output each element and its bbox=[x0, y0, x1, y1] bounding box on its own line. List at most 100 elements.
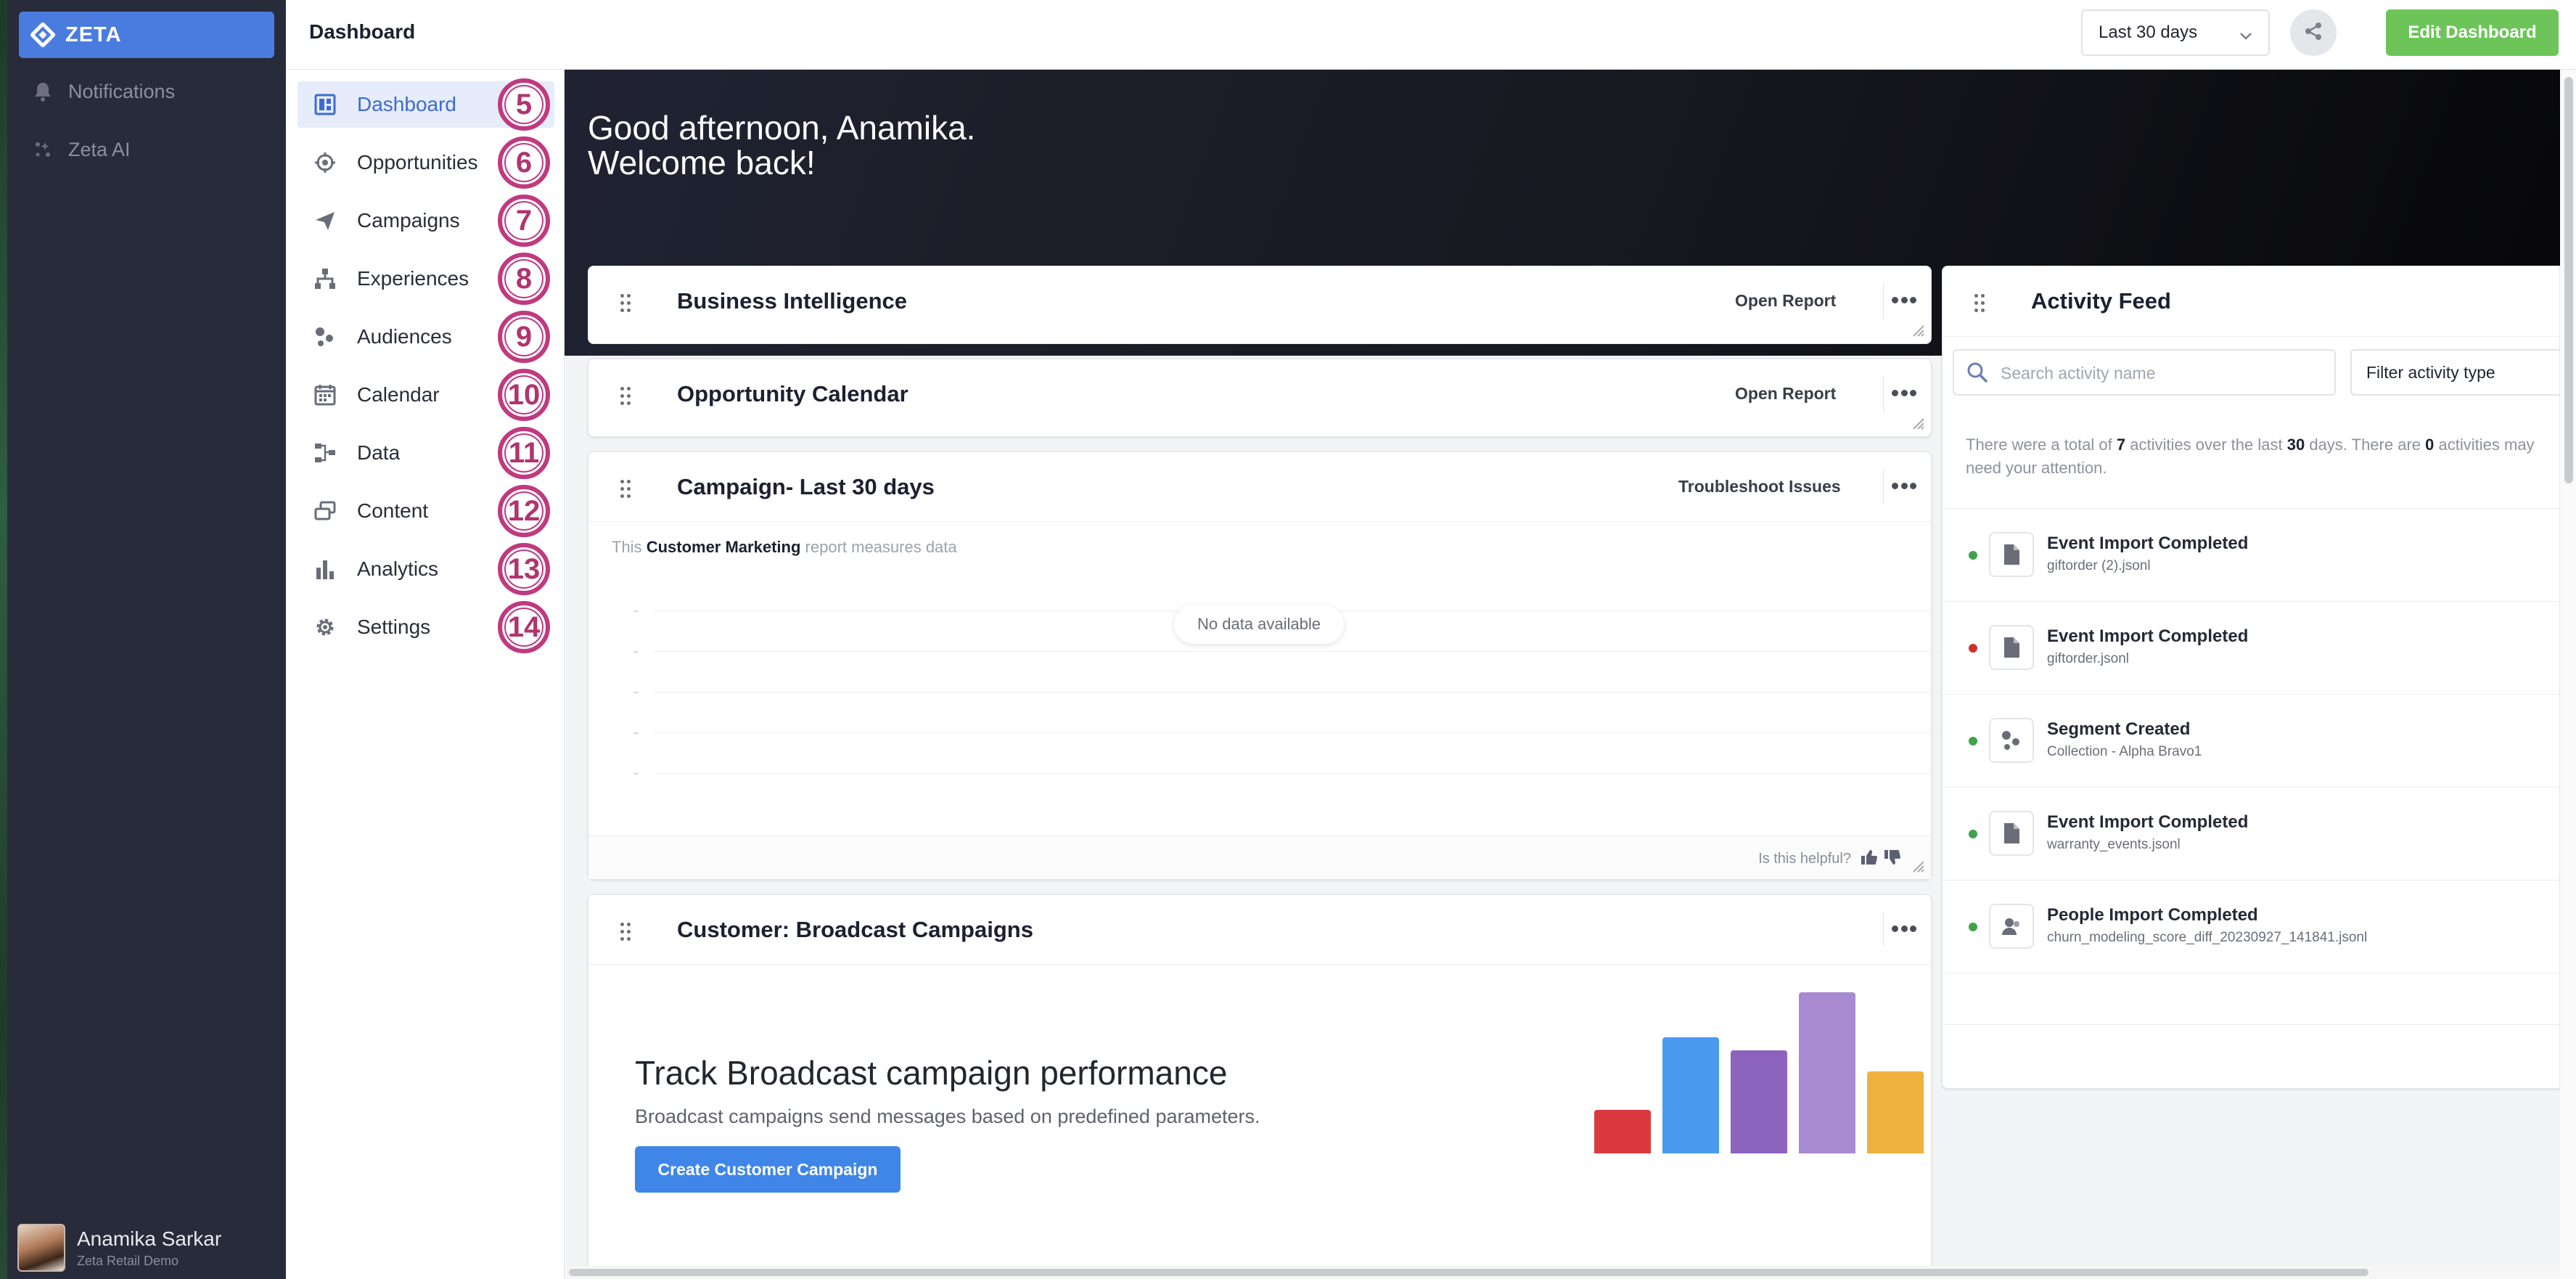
scrollbar-thumb[interactable] bbox=[2564, 77, 2573, 483]
edit-dashboard-button[interactable]: Edit Dashboard bbox=[2386, 9, 2559, 56]
page-title: Dashboard bbox=[309, 20, 416, 43]
activity-subtitle: warranty_events.jsonl bbox=[2047, 837, 2181, 852]
open-report-link[interactable]: Open Report bbox=[1735, 291, 1836, 311]
status-dot bbox=[1969, 737, 1977, 745]
more-options-icon[interactable] bbox=[1892, 483, 1916, 490]
resize-handle-icon[interactable] bbox=[1912, 324, 1925, 338]
nav-label: Analytics bbox=[357, 557, 439, 580]
bell-icon bbox=[32, 81, 54, 102]
more-options-icon[interactable] bbox=[1892, 297, 1916, 304]
search-placeholder: Search activity name bbox=[2001, 364, 2156, 383]
activity-summary: There were a total of 7 activities over … bbox=[1966, 433, 2554, 480]
activity-type-filter[interactable]: Filter activity type bbox=[2350, 349, 2559, 396]
brand-logo[interactable]: ZETA bbox=[19, 12, 274, 58]
broadcast-campaigns-card: Customer: Broadcast Campaigns Track Broa… bbox=[588, 894, 1932, 1279]
opportunity-calendar-card: Opportunity Calendar Open Report bbox=[588, 359, 1932, 437]
activity-item[interactable]: Event Import Completed giftorder.jsonl bbox=[1943, 601, 2559, 694]
activity-title: Event Import Completed bbox=[2047, 812, 2249, 832]
data-flow-icon bbox=[312, 440, 338, 466]
target-icon bbox=[312, 150, 338, 176]
date-range-select[interactable]: Last 30 days bbox=[2081, 9, 2270, 56]
greeting-text: Good afternoon, Anamika. Welcome back! bbox=[588, 110, 975, 180]
brand-name: ZETA bbox=[65, 23, 122, 46]
promo-description: Broadcast campaigns send messages based … bbox=[635, 1106, 1260, 1127]
more-options-icon[interactable] bbox=[1892, 390, 1916, 397]
rail-item-zeta-ai[interactable]: Zeta AI bbox=[32, 132, 131, 167]
resize-handle-icon[interactable] bbox=[1912, 417, 1925, 430]
more-options-icon[interactable] bbox=[1892, 925, 1916, 933]
drag-handle-icon[interactable] bbox=[620, 294, 631, 313]
vertical-scrollbar[interactable] bbox=[2560, 70, 2576, 1279]
illustration-bar bbox=[1867, 1071, 1924, 1153]
paper-plane-icon bbox=[312, 208, 338, 234]
divider bbox=[1883, 377, 1884, 412]
scrollbar-thumb[interactable] bbox=[569, 1269, 2368, 1276]
horizontal-scrollbar[interactable] bbox=[566, 1266, 2560, 1279]
sitemap-icon bbox=[312, 266, 338, 292]
drag-handle-icon[interactable] bbox=[620, 387, 631, 406]
activity-title: Segment Created bbox=[2047, 719, 2191, 739]
nav-item-opportunities[interactable]: Opportunities 6 bbox=[298, 136, 554, 189]
file-icon bbox=[1989, 811, 2034, 856]
activity-subtitle: churn_modeling_score_diff_20230927_14184… bbox=[2047, 930, 2368, 945]
drag-handle-icon[interactable] bbox=[1974, 294, 1985, 313]
nav-item-dashboard[interactable]: Dashboard 5 bbox=[298, 78, 554, 131]
activity-title: People Import Completed bbox=[2047, 905, 2258, 925]
illustration-bar bbox=[1662, 1037, 1719, 1153]
nav-item-campaigns[interactable]: Campaigns 7 bbox=[298, 195, 554, 247]
resize-handle-icon[interactable] bbox=[1912, 860, 1925, 873]
nav-item-audiences[interactable]: Audiences 9 bbox=[298, 311, 554, 363]
sparkle-icon bbox=[32, 139, 54, 160]
bar-chart-icon bbox=[312, 556, 338, 582]
troubleshoot-issues-link[interactable]: Troubleshoot Issues bbox=[1678, 477, 1841, 497]
date-range-value: Last 30 days bbox=[2099, 23, 2198, 42]
chart-gridline bbox=[654, 773, 1956, 774]
activity-item[interactable]: People Import Completed churn_modeling_s… bbox=[1943, 880, 2559, 973]
illustration-bar bbox=[1799, 992, 1855, 1153]
user-profile[interactable]: Anamika Sarkar Zeta Retail Demo bbox=[17, 1224, 221, 1272]
drag-handle-icon[interactable] bbox=[620, 480, 631, 499]
status-dot bbox=[1969, 923, 1977, 931]
share-button[interactable] bbox=[2290, 9, 2337, 56]
left-rail: ZETA Notifications Zeta AI Anamika Sarka… bbox=[7, 0, 286, 1279]
step-badge: 12 bbox=[498, 485, 550, 537]
nav-label: Data bbox=[357, 441, 401, 464]
thumbs-down-icon[interactable] bbox=[1883, 848, 1902, 867]
activity-item[interactable]: Event Import Completed warranty_events.j… bbox=[1943, 787, 2559, 880]
activity-total: 7 bbox=[2116, 436, 2126, 454]
report-description: This Customer Marketing report measures … bbox=[612, 538, 957, 557]
status-dot bbox=[1969, 551, 1977, 560]
summary-text: activities over the last bbox=[2130, 436, 2283, 454]
drag-handle-icon[interactable] bbox=[620, 923, 631, 941]
nav-label: Dashboard bbox=[357, 93, 456, 115]
user-org: Zeta Retail Demo bbox=[77, 1253, 179, 1268]
rail-item-notifications[interactable]: Notifications bbox=[32, 74, 175, 109]
nav-label: Content bbox=[357, 499, 429, 522]
chart-gridline bbox=[654, 732, 1956, 733]
chart-tick bbox=[633, 692, 638, 693]
thumbs-up-icon[interactable] bbox=[1860, 848, 1879, 867]
rail-item-label: Zeta AI bbox=[68, 138, 131, 160]
desc-prefix: This bbox=[612, 538, 642, 556]
card-footer: Is this helpful? bbox=[588, 835, 1931, 879]
nav-item-data[interactable]: Data 11 bbox=[298, 427, 554, 479]
activity-title: Event Import Completed bbox=[2047, 534, 2249, 553]
activity-search-input[interactable]: Search activity name bbox=[1953, 349, 2336, 396]
audience-icon bbox=[312, 324, 338, 350]
nav-item-analytics[interactable]: Analytics 13 bbox=[298, 543, 554, 595]
chart-tick bbox=[633, 732, 638, 734]
nav-item-settings[interactable]: Settings 14 bbox=[298, 601, 554, 653]
create-customer-campaign-button[interactable]: Create Customer Campaign bbox=[635, 1146, 901, 1193]
nav-item-content[interactable]: Content 12 bbox=[298, 485, 554, 537]
welcome-line: Welcome back! bbox=[588, 144, 816, 181]
divider bbox=[1943, 1024, 2559, 1025]
nav-item-calendar[interactable]: Calendar 10 bbox=[298, 369, 554, 421]
desc-suffix: report measures data bbox=[805, 538, 957, 556]
chart-tick bbox=[633, 773, 638, 775]
nav-item-experiences[interactable]: Experiences 8 bbox=[298, 253, 554, 305]
activity-item[interactable]: Event Import Completed giftorder (2).jso… bbox=[1943, 508, 2559, 601]
file-icon bbox=[1989, 625, 2034, 670]
nav-label: Opportunities bbox=[357, 151, 478, 173]
activity-item[interactable]: Segment Created Collection - Alpha Bravo… bbox=[1943, 694, 2559, 787]
open-report-link[interactable]: Open Report bbox=[1735, 384, 1836, 404]
